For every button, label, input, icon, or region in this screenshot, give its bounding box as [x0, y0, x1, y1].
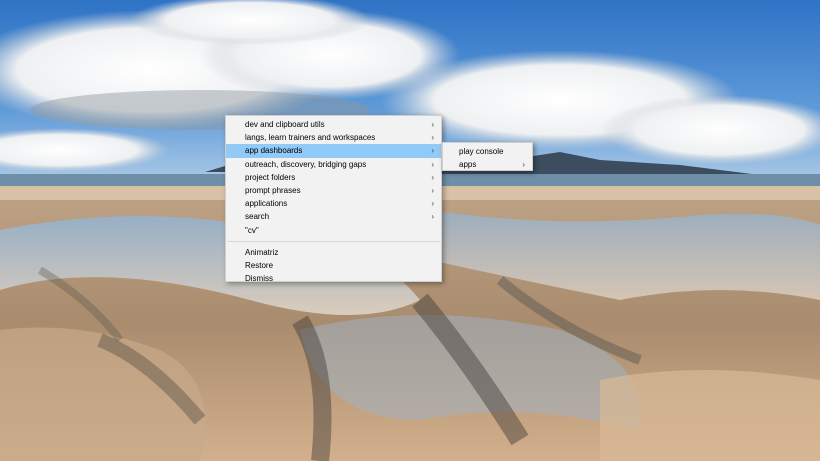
menu-item-prompt-phrases[interactable]: prompt phrases ›	[226, 184, 441, 197]
chevron-right-icon: ›	[431, 133, 434, 143]
menu-item-outreach-discovery[interactable]: outreach, discovery, bridging gaps ›	[226, 158, 441, 171]
menu-item-search[interactable]: search ›	[226, 210, 441, 223]
menu-item-label: search	[245, 212, 270, 222]
app-dashboards-submenu: play console apps ›	[442, 142, 533, 171]
submenu-item-play-console[interactable]: play console	[443, 145, 532, 158]
menu-item-label: prompt phrases	[245, 185, 301, 195]
chevron-right-icon: ›	[431, 146, 434, 156]
menu-item-label: "cv"	[245, 225, 259, 235]
chevron-right-icon: ›	[431, 212, 434, 222]
menu-item-label: Animatriz	[245, 247, 279, 257]
menu-item-cv[interactable]: "cv"	[226, 224, 441, 237]
menu-item-langs-learn-trainers[interactable]: langs, learn trainers and workspaces ›	[226, 131, 441, 144]
menu-item-label: outreach, discovery, bridging gaps	[245, 159, 367, 169]
menu-item-label: applications	[245, 199, 288, 209]
menu-item-label: play console	[459, 147, 504, 156]
menu-item-app-dashboards[interactable]: app dashboards ›	[226, 144, 441, 158]
menu-item-label: Dismiss	[245, 274, 273, 284]
menu-item-label: Restore	[245, 260, 274, 270]
chevron-right-icon: ›	[431, 199, 434, 209]
menu-item-label: app dashboards	[245, 146, 303, 156]
menu-item-label: apps	[459, 160, 477, 170]
menu-item-label: project folders	[245, 172, 296, 182]
context-menu: dev and clipboard utils › langs, learn t…	[225, 115, 442, 285]
menu-item-applications[interactable]: applications ›	[226, 197, 441, 210]
menu-item-label: langs, learn trainers and workspaces	[245, 133, 376, 143]
chevron-right-icon: ›	[431, 120, 434, 129]
chevron-right-icon: ›	[431, 172, 434, 182]
submenu-item-apps[interactable]: apps ›	[443, 158, 532, 171]
chevron-right-icon: ›	[431, 185, 434, 195]
menu-item-dev-and-clipboard-utils[interactable]: dev and clipboard utils ›	[226, 118, 441, 131]
chevron-right-icon: ›	[522, 160, 525, 170]
menu-item-project-folders[interactable]: project folders ›	[226, 171, 441, 184]
menu-item-label: dev and clipboard utils	[245, 120, 325, 129]
menu-item-animatriz[interactable]: Animatriz	[226, 246, 441, 259]
menu-item-restore[interactable]: Restore	[226, 259, 441, 272]
menu-item-dismiss[interactable]: Dismiss	[226, 272, 441, 285]
menu-separator	[227, 240, 440, 242]
chevron-right-icon: ›	[431, 159, 434, 169]
